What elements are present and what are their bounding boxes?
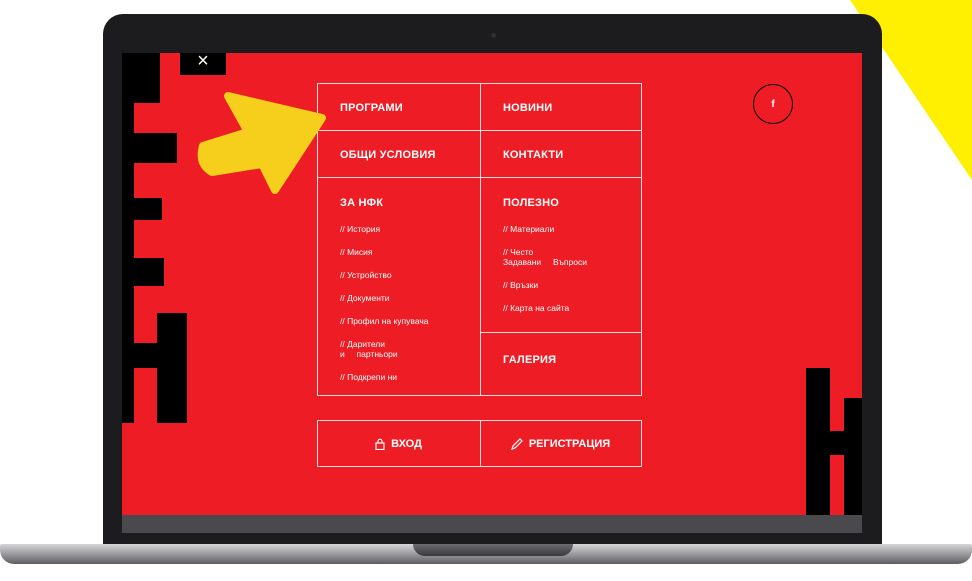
pointer-arrow-icon <box>197 92 326 194</box>
laptop-notch <box>413 544 573 556</box>
laptop-chin <box>122 515 862 533</box>
